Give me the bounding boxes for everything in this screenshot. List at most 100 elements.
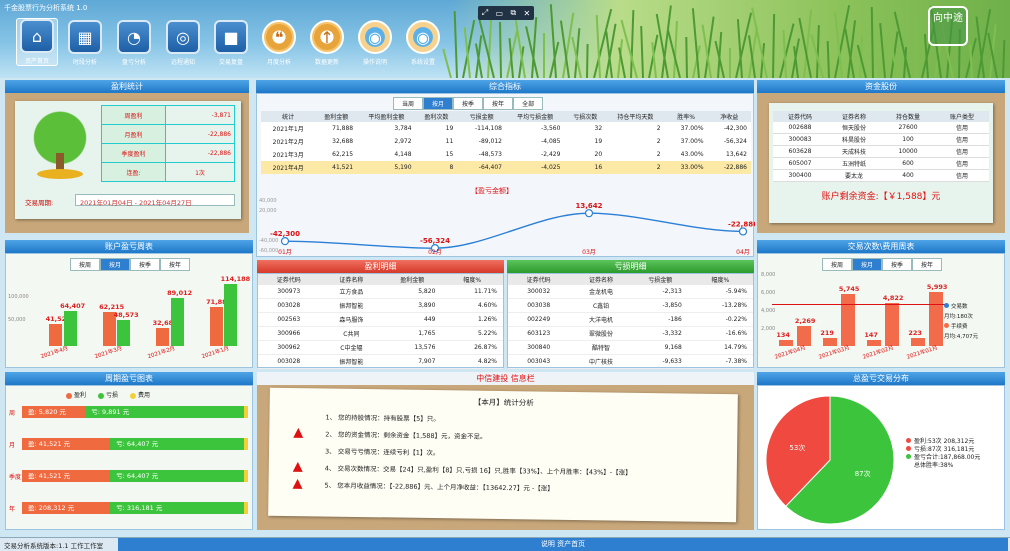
toolbar-button-0[interactable]: ⌂ 资产首页 [16,18,58,66]
table-cell: 603123 [508,326,570,341]
table-cell: 002563 [258,312,320,327]
table-row[interactable]: 603123 翠微股份 -3,332 -16.6% [508,326,753,341]
table-row[interactable]: 002563 森马服饰 449 1.26% [258,312,503,327]
status-center[interactable]: 说明 资产首页 [118,538,1008,551]
toolbar-button-1[interactable]: ▦ 时段分析 [64,20,106,66]
line-point[interactable] [584,209,594,218]
status-bar: 交易分析系统版本:1.1 工作工作室 说明 资产首页 [0,537,1010,551]
toolbar-button-8[interactable]: ◉ 系统设置 [402,20,444,66]
bar[interactable] [929,292,944,346]
maximize-icon[interactable]: ⧉ [510,8,516,18]
toolbar-button-3[interactable]: ◎ 远程通知 [162,20,204,66]
table-cell: -9,633 [632,354,688,369]
table-row[interactable]: 2021年2月 32,688 2,972 11 -89,012 -4,085 19 2 37.0… [261,135,751,148]
legend-item: 总体胜率:38% [906,462,980,470]
tab-2[interactable]: 按季 [882,258,913,271]
tab-2[interactable]: 按季 [130,258,161,271]
toolbar-button-6[interactable]: ↑ 数据更新 [306,20,348,66]
line-point[interactable] [738,227,748,236]
restore-icon[interactable]: ⤢ [482,8,488,18]
legend-text: 盈利 [74,392,87,399]
tab-0[interactable]: 按周 [70,258,101,271]
week-bar[interactable]: 盈: 5,820 元亏: 9,891 元 [22,406,248,418]
period-range-input[interactable]: 2021年01月04日 - 2021年04月27日 [75,194,235,207]
table-row[interactable]: 603628 天成科技 10000 信用 [773,145,989,158]
news-item: 1、 您的持股情况：持有股票【5】只。 [325,412,737,428]
bar[interactable] [117,319,131,346]
table-row[interactable]: 300962 C中金辐 13,576 26.87% [258,340,503,355]
tab-1[interactable]: 按月 [423,97,454,110]
tab-1[interactable]: 按月 [100,258,131,271]
table-cell: 3,890 [383,298,442,313]
line-point[interactable] [280,237,290,246]
bar[interactable] [63,311,77,346]
holdings-table: 证券代码 证券名称 持仓数量 账户类型 002688 恒天股份 27600 信用 300083 科… [773,111,989,182]
col-header: 幅度% [687,274,753,285]
loss-list-panel: 证券代码 证券名称 亏损金额 幅度% 300032 金龙机电 -2,313 -5.94% 003… [507,273,754,369]
table-row[interactable]: 002249 大洋电机 -186 -0.22% [508,312,753,327]
table-row[interactable]: 003028 振邦智能 7,907 4.82% [258,354,503,369]
table-row[interactable]: 300840 酷特智 9,168 14.79% [508,340,753,355]
x-tick: 04月 [736,249,750,256]
table-cell: -3,850 [632,298,688,313]
bar[interactable] [778,340,793,346]
table-row[interactable]: 2021年1月 71,888 3,784 19 -114,108 -3,560 32 2 37.… [261,122,751,135]
toolbar-button-4[interactable]: ■ 交易复盘 [210,20,252,66]
bar[interactable] [885,302,900,346]
table-cell: 金龙机电 [569,285,633,299]
table-row[interactable]: 605007 五洲特纸 600 信用 [773,157,989,170]
tab-3[interactable]: 按年 [160,258,191,271]
trades-chart-panel: 按周 按月 按季 按年 8,000 6,000 4,000 2,000 134 2,269 20… [757,253,1005,368]
toolbar-button-5[interactable]: ❝ 月度分析 [258,20,300,66]
week-bar[interactable]: 盈: 208,312 元亏: 316,181 元 [22,502,248,514]
tab-3[interactable]: 按年 [912,258,943,271]
tab-0[interactable]: 按周 [822,258,853,271]
bar[interactable] [49,323,63,346]
news-text: 5、 您本月收益情况：【-22,886】元、上个月净收益：【13642.27】元… [324,481,554,493]
tab-0[interactable]: 当周 [393,97,424,110]
bar[interactable] [156,328,170,346]
minimize-icon[interactable]: ▭ [495,9,503,18]
news-text: 2、 您的资金情况：剩余资金【1,588】元，资金不足。 [325,430,487,441]
tab-4[interactable]: 全部 [513,97,544,110]
bar[interactable] [866,340,881,346]
col-header: 证券名称 [319,274,384,285]
bar[interactable] [224,284,238,346]
table-row[interactable]: 300400 要太龙 400 信用 [773,169,989,182]
table-row[interactable]: 2021年3月 62,215 4,148 15 -48,573 -2,429 20 2 43.0… [261,148,751,161]
week-bar[interactable]: 盈: 41,521 元亏: 64,407 元 [22,470,248,482]
bar[interactable] [910,337,925,346]
window-controls[interactable]: ⤢ ▭ ⧉ ✕ [478,6,534,20]
tab-3[interactable]: 按年 [483,97,514,110]
legend-text: 手续费 [951,324,968,330]
week-bar[interactable]: 盈: 41,521 元亏: 64,407 元 [22,438,248,450]
bar[interactable] [170,297,184,346]
table-row[interactable]: 300973 立方食品 5,820 11.71% [258,285,503,299]
col-header: 证券代码 [258,274,320,285]
table-row[interactable]: 002688 恒天股份 27600 信用 [773,122,989,134]
table-row[interactable]: 300966 C共同 1,765 5.22% [258,326,503,341]
table-cell: 37.00% [680,125,704,132]
tab-1[interactable]: 按月 [852,258,883,271]
table-row[interactable]: 003038 C鑫铂 -3,850 -13.28% [508,298,753,313]
col-header: 盈利次数 [415,111,458,122]
bar[interactable] [209,307,223,346]
tab-2[interactable]: 按季 [453,97,484,110]
legend-item: 亏损:87次 316,181元 [906,446,980,454]
table-row[interactable]: 003028 振邦智能 3,890 4.60% [258,298,503,313]
logo-badge: 向中途 [928,6,968,46]
table-row[interactable]: 2021年4月 41,521 5,190 8 -64,407 -4,025 16 2 33.00… [261,161,751,174]
bar[interactable] [822,338,837,346]
table-row[interactable]: 300083 科昊股份 100 信用 [773,133,989,146]
table-cell: 信用 [935,122,989,134]
row-label: 月 [9,442,16,449]
table-row[interactable]: 300032 金龙机电 -2,313 -5.94% [508,285,753,299]
data-label: 48,573 [113,310,139,319]
table-row[interactable]: 003043 中广核技 -9,633 -7.38% [508,354,753,369]
toolbar-button-7[interactable]: ◉ 操作说明 [354,20,396,66]
bar[interactable] [841,294,856,346]
table-cell: 五洲特纸 [827,157,881,170]
home-icon: ⌂ [20,19,54,53]
toolbar-button-2[interactable]: ◔ 盘亏分析 [113,20,155,66]
close-icon[interactable]: ✕ [524,9,531,18]
